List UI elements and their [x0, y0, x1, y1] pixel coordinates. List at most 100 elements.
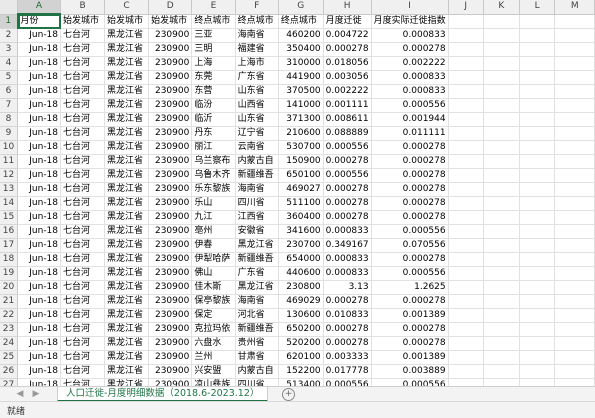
cell[interactable]: 0.000833: [371, 28, 449, 43]
row-header[interactable]: 23: [0, 322, 18, 337]
cell[interactable]: 始发城市: [104, 14, 150, 29]
cell[interactable]: 469029: [278, 294, 324, 309]
row-header[interactable]: 26: [0, 364, 18, 379]
cell[interactable]: 七台河: [60, 252, 106, 267]
cell[interactable]: 230900: [148, 378, 193, 386]
cell[interactable]: [519, 154, 556, 169]
cell[interactable]: 黑龙江省: [104, 28, 150, 43]
cell[interactable]: 460200: [278, 28, 324, 43]
cell[interactable]: [483, 280, 520, 295]
row-header[interactable]: 20: [0, 280, 18, 295]
cell[interactable]: Jun-18: [17, 252, 62, 267]
cell[interactable]: 佳木斯: [191, 280, 236, 295]
cell[interactable]: 黑龙江省: [104, 322, 150, 337]
cell[interactable]: [519, 126, 556, 141]
cell[interactable]: [448, 196, 484, 211]
cell[interactable]: 黑龙江省: [104, 84, 150, 99]
row-header[interactable]: 22: [0, 308, 18, 323]
row-header[interactable]: 21: [0, 294, 18, 309]
cell[interactable]: [554, 252, 595, 267]
column-header-i[interactable]: I: [371, 0, 449, 15]
cell[interactable]: [448, 224, 484, 239]
cell[interactable]: [554, 14, 595, 29]
cell[interactable]: Jun-18: [17, 140, 62, 155]
cell[interactable]: 230900: [148, 294, 193, 309]
cell[interactable]: 七台河: [60, 308, 106, 323]
cell[interactable]: 终点城市: [235, 14, 279, 29]
row-header[interactable]: 4: [0, 56, 18, 71]
cell[interactable]: [483, 238, 520, 253]
cell[interactable]: 440600: [278, 266, 324, 281]
cell[interactable]: [448, 182, 484, 197]
cell[interactable]: 0.017778: [323, 364, 372, 379]
cell[interactable]: Jun-18: [17, 84, 62, 99]
cell[interactable]: 七台河: [60, 154, 106, 169]
cell[interactable]: Jun-18: [17, 28, 62, 43]
cell[interactable]: [483, 182, 520, 197]
cell[interactable]: 九江: [191, 210, 236, 225]
cell[interactable]: 1.2625: [371, 280, 449, 295]
cell[interactable]: [519, 196, 556, 211]
cell[interactable]: [483, 168, 520, 183]
cell[interactable]: 654000: [278, 252, 324, 267]
cell[interactable]: [483, 14, 520, 29]
cell[interactable]: [519, 322, 556, 337]
cell[interactable]: [448, 98, 484, 113]
cell[interactable]: [483, 322, 520, 337]
cell[interactable]: [448, 42, 484, 57]
cell[interactable]: 230900: [148, 28, 193, 43]
cell[interactable]: 黑龙江省: [104, 126, 150, 141]
cell[interactable]: 黑龙江省: [104, 378, 150, 386]
cell[interactable]: [483, 378, 520, 386]
cell[interactable]: 兰州: [191, 350, 236, 365]
row-header[interactable]: 15: [0, 210, 18, 225]
cell[interactable]: 四川省: [235, 378, 279, 386]
cell[interactable]: 七台河: [60, 140, 106, 155]
cell[interactable]: 伊犁哈萨: [191, 252, 236, 267]
cell[interactable]: 310000: [278, 56, 324, 71]
cell[interactable]: 月度迁徙: [323, 14, 372, 29]
cell[interactable]: [483, 364, 520, 379]
cell[interactable]: 上海市: [235, 56, 279, 71]
cell[interactable]: 乐东黎族: [191, 182, 236, 197]
cell[interactable]: [448, 322, 484, 337]
row-header[interactable]: 11: [0, 154, 18, 169]
cell[interactable]: 临沂: [191, 112, 236, 127]
cell[interactable]: 130600: [278, 308, 324, 323]
cell[interactable]: Jun-18: [17, 196, 62, 211]
row-header[interactable]: 9: [0, 126, 18, 141]
row-header[interactable]: 3: [0, 42, 18, 57]
cell[interactable]: 黑龙江省: [104, 112, 150, 127]
column-header-f[interactable]: F: [235, 0, 279, 15]
cell[interactable]: [448, 308, 484, 323]
cell[interactable]: [483, 154, 520, 169]
cell[interactable]: 230900: [148, 322, 193, 337]
cell[interactable]: 七台河: [60, 350, 106, 365]
cell[interactable]: [519, 14, 556, 29]
cell[interactable]: 三明: [191, 42, 236, 57]
row-header[interactable]: 25: [0, 350, 18, 365]
cell[interactable]: 黑龙江省: [104, 308, 150, 323]
cell[interactable]: [483, 210, 520, 225]
cell[interactable]: [554, 294, 595, 309]
cell[interactable]: 230900: [148, 252, 193, 267]
cell[interactable]: 黑龙江省: [104, 196, 150, 211]
cell[interactable]: 230900: [148, 182, 193, 197]
cell[interactable]: 370500: [278, 84, 324, 99]
cell[interactable]: Jun-18: [17, 280, 62, 295]
cell[interactable]: [519, 280, 556, 295]
cell[interactable]: 0.000833: [323, 224, 372, 239]
cell[interactable]: 东莞: [191, 70, 236, 85]
cell[interactable]: 江西省: [235, 210, 279, 225]
cell[interactable]: 0.001111: [323, 98, 372, 113]
cell[interactable]: [519, 112, 556, 127]
column-header-e[interactable]: E: [191, 0, 236, 15]
cell[interactable]: 230900: [148, 266, 193, 281]
cell[interactable]: [483, 98, 520, 113]
cell[interactable]: [519, 210, 556, 225]
cell[interactable]: Jun-18: [17, 182, 62, 197]
cell[interactable]: 469027: [278, 182, 324, 197]
cell[interactable]: Jun-18: [17, 294, 62, 309]
cell[interactable]: 六盘水: [191, 336, 236, 351]
cell[interactable]: [448, 140, 484, 155]
